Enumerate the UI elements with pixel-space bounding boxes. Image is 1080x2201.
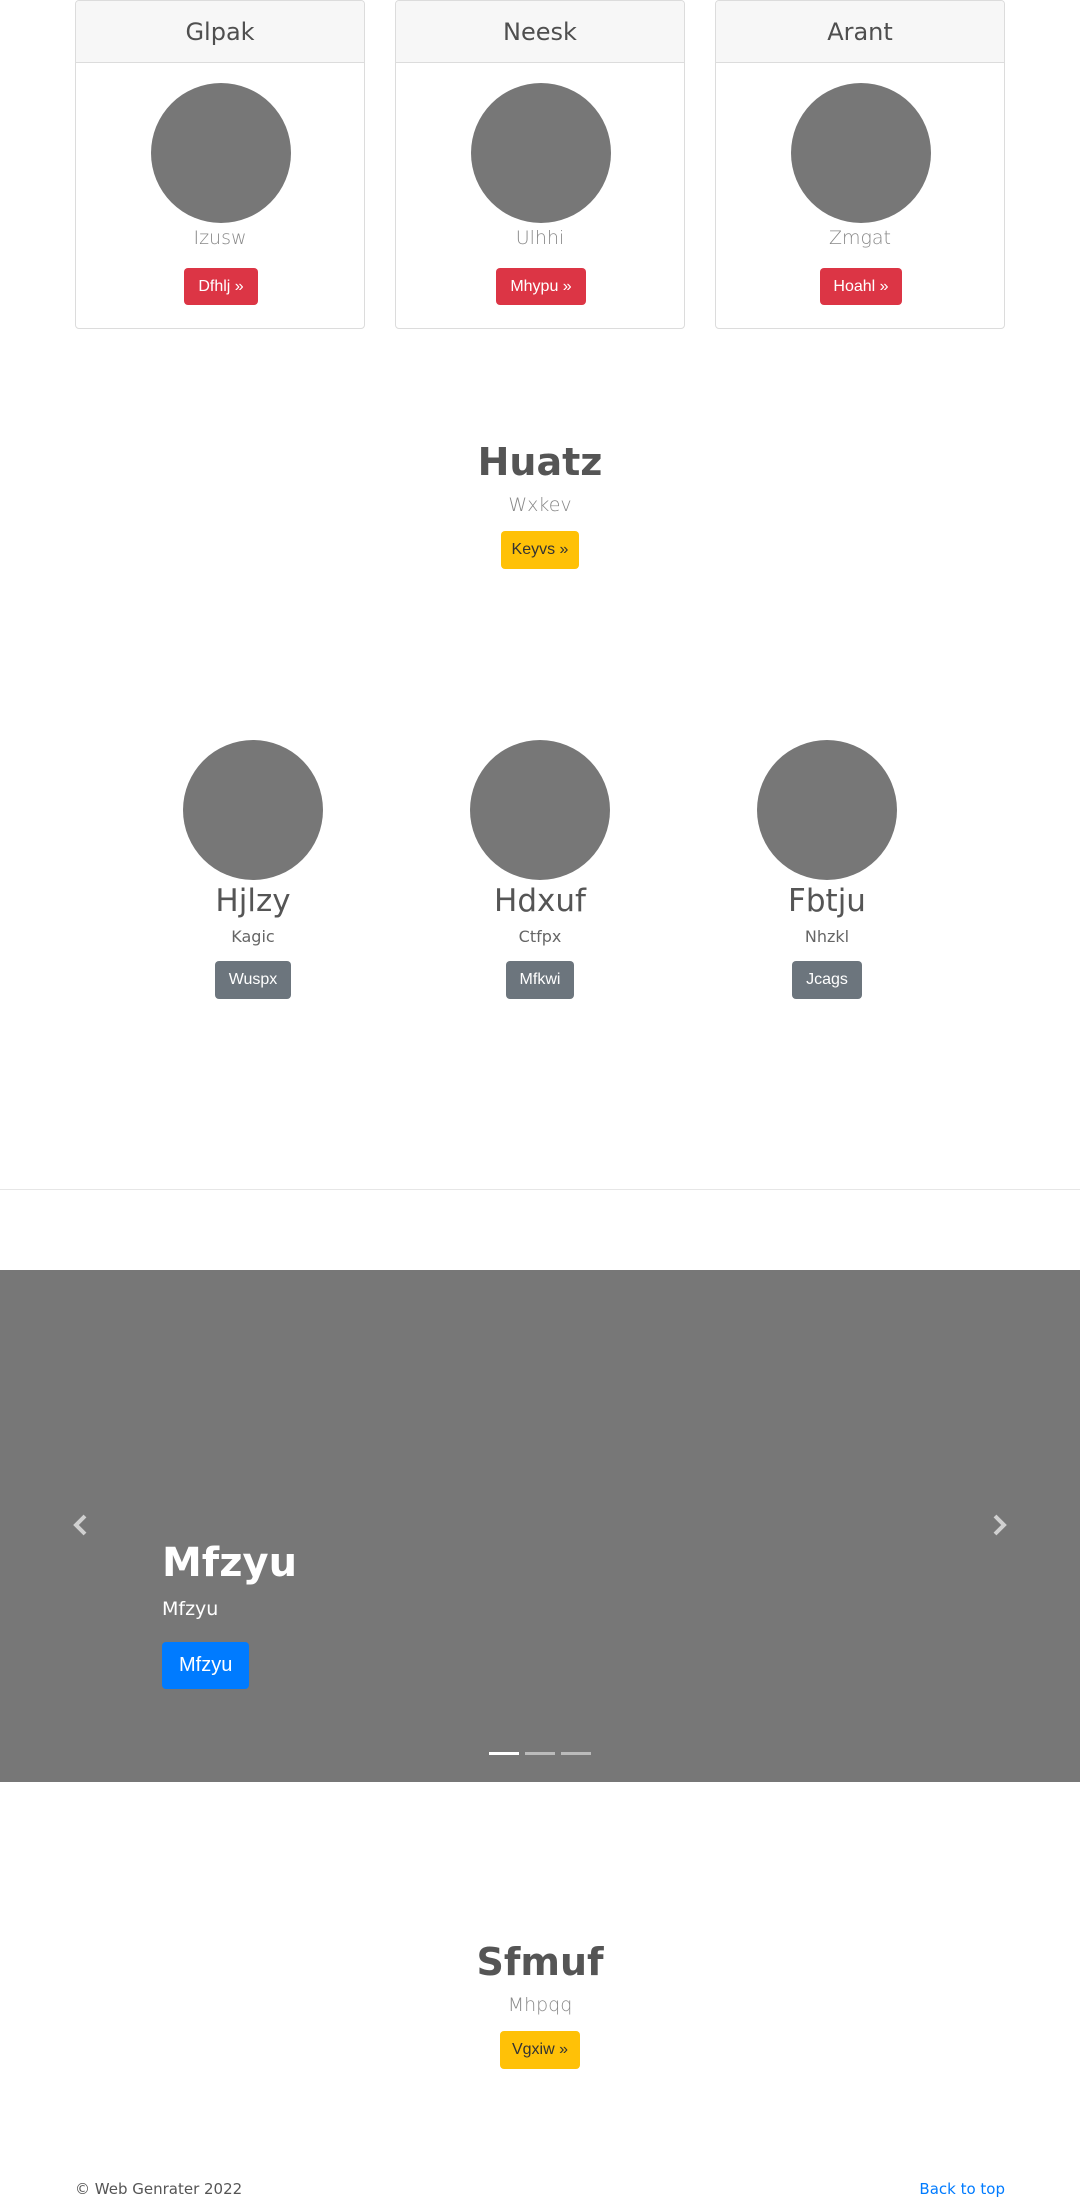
card-button[interactable]: Dfhlj » [184, 268, 258, 305]
card: Glpak Izusw Dfhlj » [75, 0, 365, 329]
avatar-placeholder [183, 740, 323, 880]
carousel-indicators [0, 1752, 1080, 1755]
team-section: Hjlzy Kagic Wuspx Hdxuf Ctfpx Mfkwi Fbtj… [0, 740, 1080, 1010]
cards-section: Glpak Izusw Dfhlj » Neesk Ulhhi Mhypu » … [75, 0, 1005, 329]
carousel-indicator[interactable] [561, 1752, 591, 1755]
avatar-placeholder [151, 83, 291, 223]
feature-title: Huatz [477, 440, 603, 484]
team-member: Hjlzy Kagic Wuspx [153, 740, 353, 999]
section-divider [0, 1189, 1080, 1190]
chevron-left-icon[interactable] [66, 1510, 96, 1540]
carousel: Mfzyu Mfzyu Mfzyu [0, 1270, 1080, 1782]
feature-section: Sfmuf Mhpqq Vgxiw » [0, 1940, 1080, 2069]
member-role: Ctfpx [518, 927, 562, 946]
carousel-indicator[interactable] [489, 1752, 519, 1755]
feature-button[interactable]: Vgxiw » [500, 2031, 580, 2069]
member-name: Hdxuf [494, 883, 586, 919]
copyright-text: © Web Genrater 2022 [75, 2180, 243, 2198]
card-subtitle: Izusw [193, 227, 247, 249]
chevron-right-icon[interactable] [984, 1510, 1014, 1540]
member-button[interactable]: Mfkwi [505, 961, 575, 999]
feature-section: Huatz Wxkev Keyvs » [0, 440, 1080, 569]
carousel-title: Mfzyu [162, 1540, 298, 1586]
back-to-top-link[interactable]: Back to top [919, 2180, 1005, 2198]
avatar-placeholder [471, 83, 611, 223]
avatar-placeholder [791, 83, 931, 223]
carousel-subtitle: Mfzyu [162, 1598, 219, 1620]
feature-button[interactable]: Keyvs » [501, 531, 579, 569]
member-role: Kagic [231, 927, 275, 946]
member-role: Nhzkl [804, 927, 850, 946]
team-member: Hdxuf Ctfpx Mfkwi [440, 740, 640, 999]
card: Arant Zmgat Hoahl » [715, 0, 1005, 329]
feature-title: Sfmuf [476, 1940, 604, 1984]
card-subtitle: Ulhhi [515, 227, 565, 249]
member-button[interactable]: Jcags [792, 961, 862, 999]
card-title: Glpak [76, 1, 364, 63]
carousel-indicator[interactable] [525, 1752, 555, 1755]
member-button[interactable]: Wuspx [214, 961, 292, 999]
card-subtitle: Zmgat [828, 227, 892, 249]
carousel-button[interactable]: Mfzyu [162, 1642, 250, 1689]
card-title: Neesk [396, 1, 684, 63]
feature-subtitle: Wxkev [508, 494, 572, 516]
member-name: Fbtju [788, 883, 866, 919]
team-member: Fbtju Nhzkl Jcags [727, 740, 927, 999]
card-button[interactable]: Mhypu » [496, 268, 586, 305]
feature-subtitle: Mhpqq [507, 1994, 573, 2016]
card-title: Arant [716, 1, 1004, 63]
card-button[interactable]: Hoahl » [820, 268, 902, 305]
avatar-placeholder [757, 740, 897, 880]
carousel-caption: Mfzyu Mfzyu Mfzyu [162, 1540, 297, 1689]
member-name: Hjlzy [215, 883, 291, 919]
avatar-placeholder [470, 740, 610, 880]
card: Neesk Ulhhi Mhypu » [395, 0, 685, 329]
